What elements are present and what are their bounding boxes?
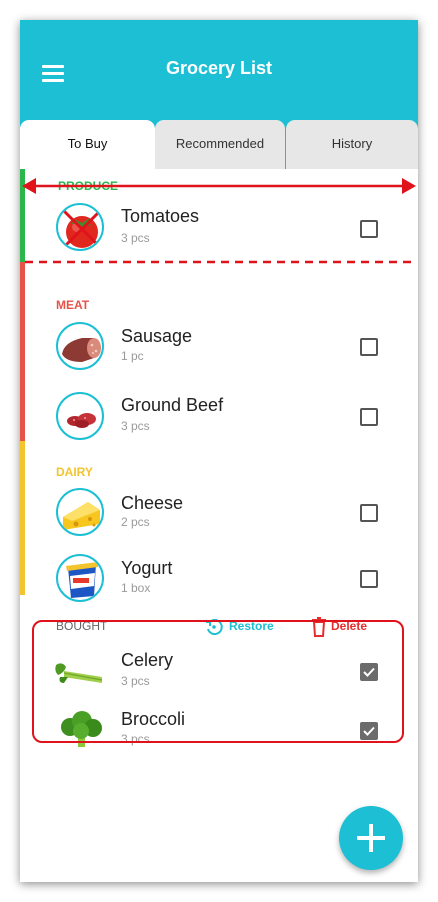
item-name: Sausage	[121, 326, 193, 346]
produce-category-bar	[20, 169, 25, 262]
item-checkbox[interactable]	[360, 220, 378, 238]
item-name: Tomatoes	[121, 206, 200, 226]
tab-recommended[interactable]: Recommended	[155, 120, 285, 169]
tomato-icon	[56, 203, 104, 251]
dairy-category-bar	[20, 441, 25, 595]
item-name: Yogurt	[121, 558, 173, 578]
item-name: Cheese	[121, 493, 184, 513]
meat-category-bar	[20, 262, 25, 441]
dairy-category-label: DAIRY	[56, 465, 93, 479]
grocery-list: PRODUCE Tomatoes 3 pcs MEAT Sausage 1 pc…	[20, 169, 418, 882]
app-screen: Grocery List To Buy Recommended History …	[20, 20, 418, 882]
yogurt-icon	[56, 554, 104, 602]
item-name: Ground Beef	[121, 395, 224, 415]
ground-beef-icon	[56, 392, 104, 440]
sausage-icon	[56, 322, 104, 370]
bought-items-highlight	[32, 620, 404, 743]
add-item-button[interactable]	[339, 806, 403, 870]
item-checkbox[interactable]	[360, 504, 378, 522]
item-checkbox[interactable]	[360, 408, 378, 426]
item-quantity: 2 pcs	[121, 515, 150, 529]
meat-category-label: MEAT	[56, 298, 90, 312]
tab-history[interactable]: History	[286, 120, 418, 169]
cheese-icon	[56, 488, 104, 536]
tab-to-buy[interactable]: To Buy	[20, 120, 155, 169]
item-checkbox[interactable]	[360, 570, 378, 588]
app-header: Grocery List To Buy Recommended History	[20, 20, 418, 169]
item-checkbox[interactable]	[360, 338, 378, 356]
produce-category-label: PRODUCE	[58, 179, 119, 193]
item-quantity: 1 box	[121, 581, 151, 595]
item-quantity: 3 pcs	[121, 419, 150, 433]
plus-icon	[357, 824, 385, 852]
item-quantity: 3 pcs	[121, 231, 150, 245]
page-title: Grocery List	[165, 58, 273, 78]
item-quantity: 1 pc	[121, 349, 144, 363]
